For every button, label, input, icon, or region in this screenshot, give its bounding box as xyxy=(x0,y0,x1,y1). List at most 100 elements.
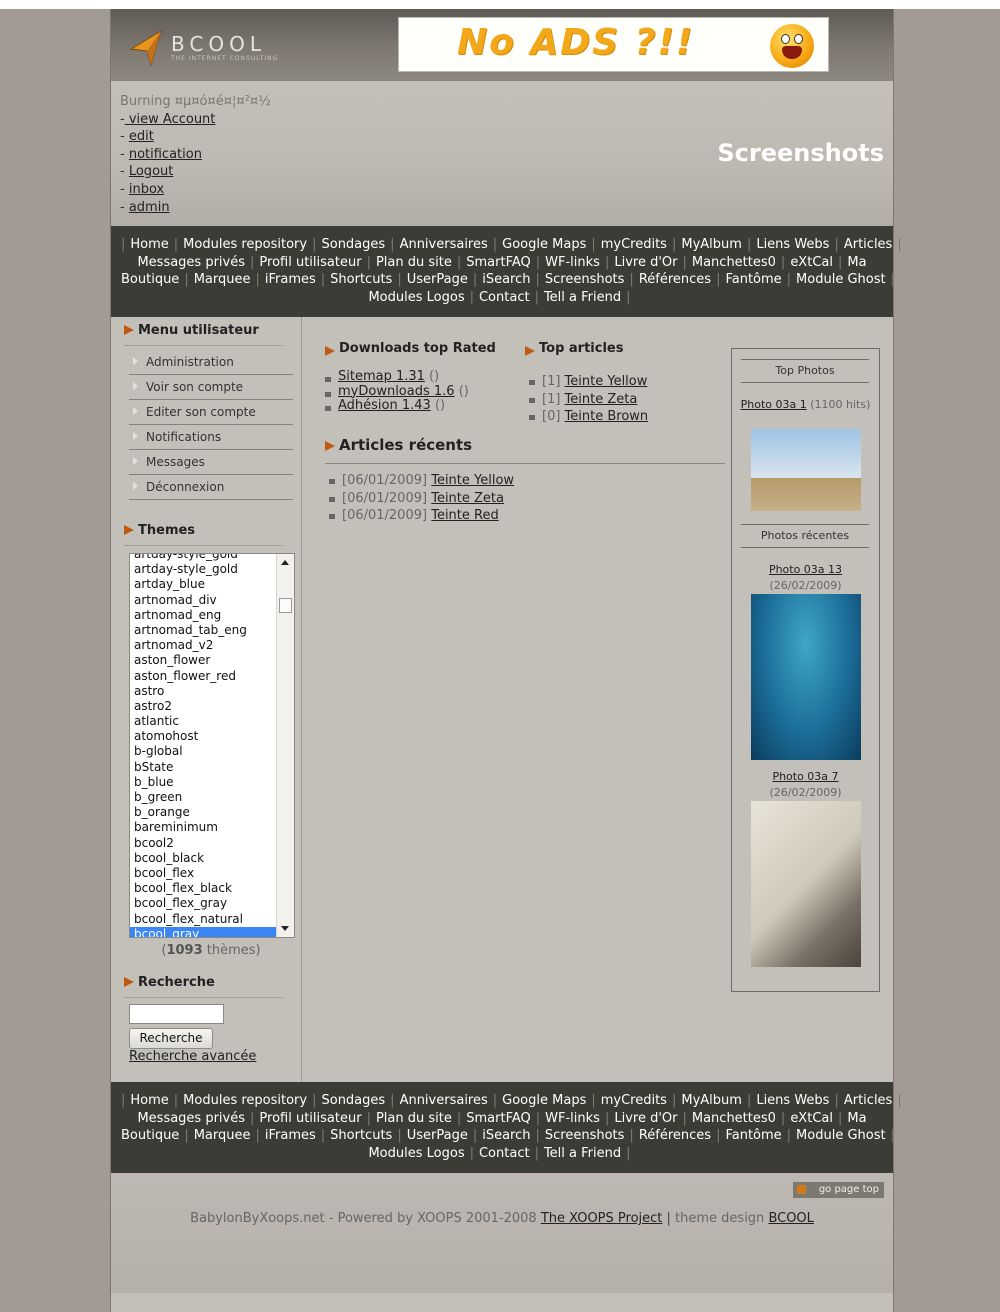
nav-item-references[interactable]: Références xyxy=(639,1128,711,1143)
search-input[interactable] xyxy=(129,1004,224,1024)
nav-item-smartfaq[interactable]: SmartFAQ xyxy=(466,255,531,270)
nav-item-extcal[interactable]: eXtCal xyxy=(790,255,833,270)
logout-link[interactable]: Logout xyxy=(129,164,174,179)
nav-item-modules-repository[interactable]: Modules repository xyxy=(183,237,307,252)
theme-option[interactable]: bcool_flex xyxy=(130,866,276,881)
site-logo[interactable]: BCOOL THE INTERNET CONSULTING xyxy=(129,29,278,67)
article-link[interactable]: Teinte Yellow xyxy=(431,473,514,488)
nav-item-manchettes0[interactable]: Manchettes0 xyxy=(692,1111,776,1126)
nav-item-livre-dor[interactable]: Livre d'Or xyxy=(614,1111,677,1126)
nav-item-marquee[interactable]: Marquee xyxy=(194,272,251,287)
nav-item-userpage[interactable]: UserPage xyxy=(407,272,468,287)
theme-option[interactable]: bareminimum xyxy=(130,820,276,835)
nav-item-manchettes0[interactable]: Manchettes0 xyxy=(692,255,776,270)
menu-item-editer-compte[interactable]: Editer son compte xyxy=(129,401,293,425)
nav-item-contact[interactable]: Contact xyxy=(479,1146,530,1161)
theme-option[interactable]: artday-style_gold xyxy=(130,554,276,562)
nav-item-shortcuts[interactable]: Shortcuts xyxy=(330,272,392,287)
article-link[interactable]: Teinte Brown xyxy=(565,409,649,424)
nav-item-isearch[interactable]: iSearch xyxy=(482,1128,530,1143)
theme-option[interactable]: bState xyxy=(130,760,276,775)
menu-item-messages[interactable]: Messages xyxy=(129,451,293,475)
nav-item-anniversaires[interactable]: Anniversaires xyxy=(400,1093,488,1108)
photo-link[interactable]: Photo 03a 1 xyxy=(741,398,807,411)
theme-option[interactable]: aston_flower_red xyxy=(130,669,276,684)
go-page-top-button[interactable]: go page top xyxy=(793,1182,884,1198)
photo-link[interactable]: Photo 03a 13 xyxy=(769,563,842,576)
nav-item-wf-links[interactable]: WF-links xyxy=(545,255,600,270)
nav-item-mycredits[interactable]: myCredits xyxy=(601,1093,667,1108)
nav-item-sondages[interactable]: Sondages xyxy=(321,237,385,252)
polar-bear-photo[interactable] xyxy=(751,801,861,967)
inbox-link[interactable]: inbox xyxy=(129,182,164,197)
nav-item-tell-a-friend[interactable]: Tell a Friend xyxy=(544,1146,621,1161)
nav-item-iframes[interactable]: iFrames xyxy=(265,1128,316,1143)
menu-item-voir-compte[interactable]: Voir son compte xyxy=(129,376,293,400)
theme-option[interactable]: atlantic xyxy=(130,714,276,729)
nav-item-articles[interactable]: Articles xyxy=(844,237,892,252)
nav-item-livre-dor[interactable]: Livre d'Or xyxy=(614,255,677,270)
nav-item-modules-logos[interactable]: Modules Logos xyxy=(368,1146,464,1161)
nav-item-module-ghost[interactable]: Module Ghost xyxy=(796,272,886,287)
nav-item-plan-du-site[interactable]: Plan du site xyxy=(376,255,452,270)
themes-select[interactable]: artday-style_gold artday-style_gold artd… xyxy=(129,553,295,938)
nav-item-fantome[interactable]: Fantôme xyxy=(725,272,781,287)
nav-item-messages-prives[interactable]: Messages privés xyxy=(137,255,245,270)
nav-item-shortcuts[interactable]: Shortcuts xyxy=(330,1128,392,1143)
nav-item-fantome[interactable]: Fantôme xyxy=(725,1128,781,1143)
nav-item-modules-repository[interactable]: Modules repository xyxy=(183,1093,307,1108)
nav-item-google-maps[interactable]: Google Maps xyxy=(502,237,586,252)
theme-option[interactable]: artnomad_div xyxy=(130,593,276,608)
nav-item-module-ghost[interactable]: Module Ghost xyxy=(796,1128,886,1143)
theme-option[interactable]: bcool_flex_gray xyxy=(130,896,276,911)
photo-link[interactable]: Photo 03a 7 xyxy=(772,770,838,783)
theme-option[interactable]: artday-style_gold xyxy=(130,562,276,577)
nav-item-home[interactable]: Home xyxy=(130,1093,168,1108)
download-link[interactable]: myDownloads 1.6 xyxy=(338,384,455,399)
theme-option[interactable]: bcool2 xyxy=(130,836,276,851)
theme-option[interactable]: atomohost xyxy=(130,729,276,744)
theme-option[interactable]: astro xyxy=(130,684,276,699)
nav-item-anniversaires[interactable]: Anniversaires xyxy=(400,237,488,252)
nav-item-modules-logos[interactable]: Modules Logos xyxy=(368,290,464,305)
nav-item-screenshots[interactable]: Screenshots xyxy=(545,272,625,287)
nav-item-extcal[interactable]: eXtCal xyxy=(790,1111,833,1126)
article-link[interactable]: Teinte Red xyxy=(431,508,499,523)
xoops-project-link[interactable]: The XOOPS Project xyxy=(541,1211,663,1226)
download-link[interactable]: Adhésion 1.43 xyxy=(338,398,431,413)
download-link[interactable]: Sitemap 1.31 xyxy=(338,369,425,384)
nav-item-profil-utilisateur[interactable]: Profil utilisateur xyxy=(259,255,361,270)
nav-item-contact[interactable]: Contact xyxy=(479,290,530,305)
dolphin-photo[interactable] xyxy=(751,594,861,760)
theme-option[interactable]: artday_blue xyxy=(130,577,276,592)
menu-item-deconnexion[interactable]: Déconnexion xyxy=(129,476,293,500)
article-link[interactable]: Teinte Zeta xyxy=(565,392,638,407)
nav-item-iframes[interactable]: iFrames xyxy=(265,272,316,287)
camel-photo[interactable] xyxy=(751,429,861,511)
edit-link[interactable]: edit xyxy=(129,129,154,144)
theme-option[interactable]: bcool_black xyxy=(130,851,276,866)
theme-option[interactable]: b_green xyxy=(130,790,276,805)
article-link[interactable]: Teinte Yellow xyxy=(565,374,648,389)
nav-item-isearch[interactable]: iSearch xyxy=(482,272,530,287)
theme-option[interactable]: bcool_flex_natural xyxy=(130,912,276,927)
admin-link[interactable]: admin xyxy=(129,200,170,215)
search-button[interactable]: Recherche xyxy=(129,1028,213,1049)
bcool-link[interactable]: BCOOL xyxy=(768,1211,813,1226)
scroll-down-icon[interactable] xyxy=(281,926,289,931)
scroll-up-icon[interactable] xyxy=(281,560,289,565)
menu-item-notifications[interactable]: Notifications xyxy=(129,426,293,450)
ad-banner[interactable]: No ADS ?!! xyxy=(398,17,829,72)
nav-item-articles[interactable]: Articles xyxy=(844,1093,892,1108)
nav-item-screenshots[interactable]: Screenshots xyxy=(545,1128,625,1143)
advanced-search-link[interactable]: Recherche avancée xyxy=(129,1049,256,1064)
nav-item-wf-links[interactable]: WF-links xyxy=(545,1111,600,1126)
theme-option[interactable]: aston_flower xyxy=(130,653,276,668)
theme-option[interactable]: artnomad_tab_eng xyxy=(130,623,276,638)
nav-item-google-maps[interactable]: Google Maps xyxy=(502,1093,586,1108)
nav-item-myalbum[interactable]: MyAlbum xyxy=(681,1093,742,1108)
theme-option[interactable]: artnomad_eng xyxy=(130,608,276,623)
nav-item-references[interactable]: Références xyxy=(639,272,711,287)
theme-option[interactable]: b_orange xyxy=(130,805,276,820)
nav-item-tell-a-friend[interactable]: Tell a Friend xyxy=(544,290,621,305)
